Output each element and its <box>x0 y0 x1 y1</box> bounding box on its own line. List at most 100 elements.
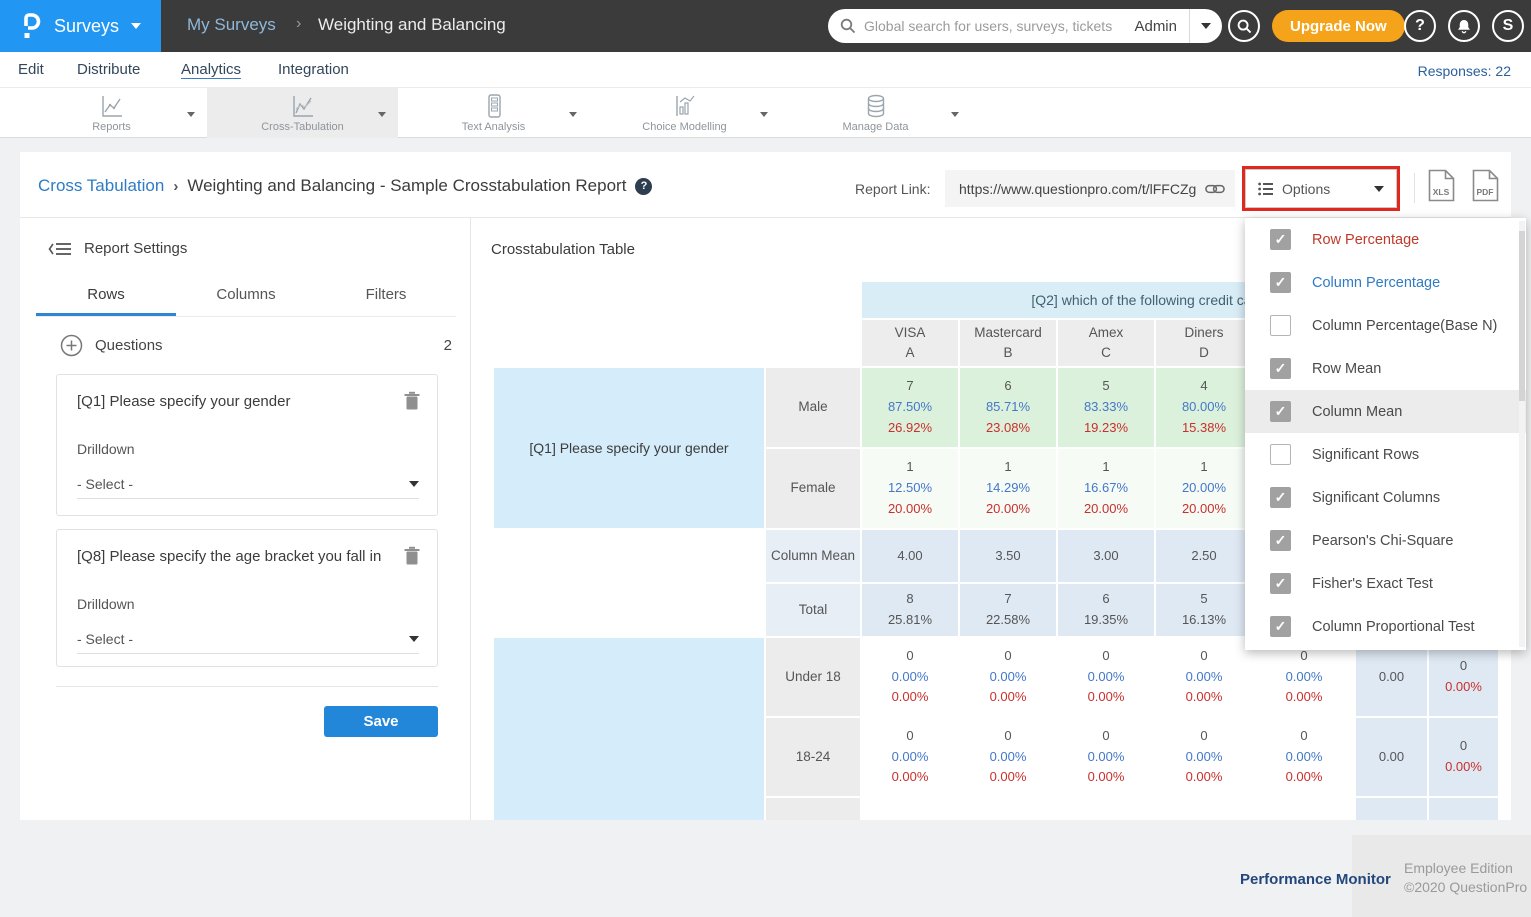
chevron-down-icon[interactable] <box>378 112 386 117</box>
breadcrumb-survey-title: Weighting and Balancing <box>318 15 506 35</box>
table-cell: 00.00%0.00% <box>1254 718 1354 796</box>
pdf-file-icon: PDF <box>1472 169 1499 202</box>
tool-label: Reports <box>92 121 131 133</box>
table-cell: 00.00% <box>1429 718 1498 796</box>
questions-label: Questions <box>95 337 432 354</box>
export-xls-button[interactable]: XLS <box>1428 169 1455 202</box>
product-switcher[interactable]: Surveys <box>0 0 161 52</box>
divider <box>56 686 438 687</box>
nav-tab-integration[interactable]: Integration <box>278 61 349 78</box>
question-mark-icon: ? <box>1415 17 1425 35</box>
breadcrumb-my-surveys[interactable]: My Surveys <box>187 15 276 35</box>
nav-tab-edit[interactable]: Edit <box>18 61 44 78</box>
add-question-icon[interactable] <box>60 334 83 357</box>
global-search[interactable]: Admin <box>828 9 1222 43</box>
select-value: - Select - <box>77 631 133 647</box>
export-pdf-button[interactable]: PDF <box>1472 169 1499 202</box>
chevron-down-icon <box>1374 186 1384 192</box>
search-icon <box>1237 19 1252 34</box>
menu-item-column-percentage-base-n[interactable]: Column Percentage(Base N) <box>1245 304 1526 347</box>
chevron-down-icon[interactable] <box>951 112 959 117</box>
search-scope-dropdown[interactable] <box>1190 23 1222 29</box>
chevron-down-icon[interactable] <box>569 112 577 117</box>
tab-rows[interactable]: Rows <box>36 278 176 316</box>
tool-manage-data[interactable]: Manage Data <box>780 88 971 138</box>
nav-tab-distribute[interactable]: Distribute <box>77 61 140 78</box>
checkbox-checked[interactable]: ✓ <box>1270 401 1291 422</box>
checkbox-checked[interactable]: ✓ <box>1270 573 1291 594</box>
table-cell: 00.00%0.00% <box>1058 638 1154 716</box>
menu-item-row-mean[interactable]: ✓ Row Mean <box>1245 347 1526 390</box>
search-submit-button[interactable] <box>1228 10 1260 42</box>
drilldown-select[interactable]: - Select - <box>77 469 419 499</box>
row-header-female: Female <box>766 449 860 528</box>
questions-section-header[interactable]: Questions 2 <box>60 334 452 357</box>
tool-reports[interactable]: Reports <box>16 88 207 138</box>
chevron-down-icon[interactable] <box>760 112 768 117</box>
menu-item-significant-rows[interactable]: Significant Rows <box>1245 433 1526 476</box>
notifications-button[interactable] <box>1448 10 1480 42</box>
question-title: [Q1] Please specify your gender <box>77 393 389 410</box>
table-cell: 0.00 <box>1356 718 1427 796</box>
search-input[interactable] <box>856 18 1134 34</box>
bell-icon <box>1456 18 1472 35</box>
nav-tab-analytics[interactable]: Analytics <box>181 61 241 78</box>
checkbox-checked[interactable]: ✓ <box>1270 272 1291 293</box>
chevron-down-icon <box>131 23 141 29</box>
table-cell: 722.58% <box>960 584 1056 636</box>
checkbox-unchecked[interactable] <box>1270 315 1291 336</box>
drilldown-select[interactable]: - Select - <box>77 624 419 654</box>
delete-question-button[interactable] <box>403 391 421 411</box>
delete-question-button[interactable] <box>403 546 421 566</box>
checkbox-checked[interactable]: ✓ <box>1270 229 1291 250</box>
upgrade-now-button[interactable]: Upgrade Now <box>1272 10 1405 42</box>
checkbox-checked[interactable]: ✓ <box>1270 616 1291 637</box>
checkbox-checked[interactable]: ✓ <box>1270 530 1291 551</box>
report-header: Cross Tabulation › Weighting and Balanci… <box>20 152 1511 218</box>
table-cell: 112.50%20.00% <box>862 449 958 528</box>
table-cell: 00.00%0.00% <box>1156 638 1252 716</box>
table-cell: 583.33%19.23% <box>1058 368 1154 447</box>
checkbox-checked[interactable]: ✓ <box>1270 487 1291 508</box>
checkbox-unchecked[interactable] <box>1270 444 1291 465</box>
options-button[interactable]: Options <box>1245 169 1397 208</box>
copyright-label: ©2020 QuestionPro <box>1404 879 1527 895</box>
tool-cross-tabulation[interactable]: Cross-Tabulation <box>207 88 398 138</box>
line-chart-icon <box>99 93 125 119</box>
menu-item-column-proportional-test[interactable]: ✓ Column Proportional Test <box>1245 605 1526 648</box>
search-scope[interactable]: Admin <box>1134 18 1189 35</box>
report-help-icon[interactable]: ? <box>635 178 652 195</box>
menu-item-fishers-exact-test[interactable]: ✓ Fisher's Exact Test <box>1245 562 1526 605</box>
question-card-q1: [Q1] Please specify your gender Drilldow… <box>56 374 438 516</box>
help-button[interactable]: ? <box>1404 10 1436 42</box>
row-header-total: Total <box>766 584 860 636</box>
row-header-18-24: 18-24 <box>766 718 860 796</box>
menu-item-significant-columns[interactable]: ✓ Significant Columns <box>1245 476 1526 519</box>
table-cell: 120.00%20.00% <box>1156 449 1252 528</box>
question-title: [Q8] Please specify the age bracket you … <box>77 548 389 565</box>
save-button[interactable]: Save <box>324 706 438 737</box>
menu-item-row-percentage[interactable]: ✓ Row Percentage <box>1245 218 1526 261</box>
table-cell: 516.13% <box>1156 584 1252 636</box>
tool-label: Choice Modelling <box>642 121 726 133</box>
tab-columns[interactable]: Columns <box>176 278 316 316</box>
tab-filters[interactable]: Filters <box>316 278 456 316</box>
table-cell: 3.00 <box>1058 530 1154 582</box>
report-url[interactable]: https://www.questionpro.com/t/lFFCZg <box>959 181 1205 197</box>
report-link-box[interactable]: https://www.questionpro.com/t/lFFCZg <box>945 170 1235 207</box>
menu-item-column-percentage[interactable]: ✓ Column Percentage <box>1245 261 1526 304</box>
tool-text-analysis[interactable]: Text Analysis <box>398 88 589 138</box>
menu-item-pearsons-chi-square[interactable]: ✓ Pearson's Chi-Square <box>1245 519 1526 562</box>
responses-count: Responses: 22 <box>1418 63 1511 79</box>
checkbox-checked[interactable]: ✓ <box>1270 358 1291 379</box>
report-settings-header[interactable]: Report Settings <box>48 240 187 257</box>
table-cell: 4.00 <box>862 530 958 582</box>
performance-monitor-link[interactable]: Performance Monitor <box>1240 871 1391 888</box>
user-avatar[interactable]: S <box>1492 10 1524 42</box>
cross-tabulation-link[interactable]: Cross Tabulation <box>38 176 164 196</box>
menu-item-column-mean[interactable]: ✓ Column Mean <box>1245 390 1526 433</box>
dropdown-scrollbar[interactable] <box>1519 221 1525 647</box>
tool-choice-modelling[interactable]: Choice Modelling <box>589 88 780 138</box>
chevron-down-icon[interactable] <box>187 112 195 117</box>
table-cell: 00.00%0.00% <box>1058 718 1154 796</box>
